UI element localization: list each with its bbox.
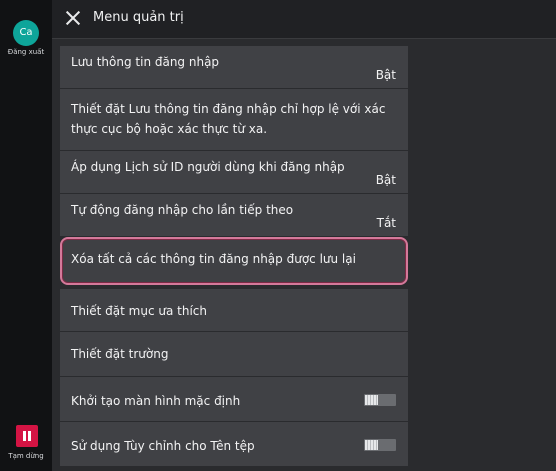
setting-value: Tắt: [376, 216, 396, 230]
settings-list: Lưu thông tin đăng nhập Bật Thiết đặt Lư…: [60, 46, 408, 466]
setting-favorites[interactable]: Thiết đặt mục ưa thích: [60, 289, 408, 331]
setting-label: Khởi tạo màn hình mặc định: [71, 394, 241, 408]
setting-label: Xóa tất cả các thông tin đăng nhập được …: [71, 252, 356, 266]
setting-auto-login-next[interactable]: Tự động đăng nhập cho lần tiếp theo Tắt: [60, 194, 408, 236]
clear-saved-login-button[interactable]: Xóa tất cả các thông tin đăng nhập được …: [60, 237, 408, 285]
setting-init-default-screen[interactable]: Khởi tạo màn hình mặc định: [60, 377, 408, 421]
setting-value: Bật: [375, 173, 396, 187]
pause-button[interactable]: [16, 425, 38, 447]
info-note: Thiết đặt Lưu thông tin đăng nhập chỉ hợ…: [60, 89, 408, 150]
info-text: Thiết đặt Lưu thông tin đăng nhập chỉ hợ…: [71, 102, 386, 136]
signout-label[interactable]: Đăng xuất: [0, 48, 52, 56]
header: Menu quản trị: [52, 0, 556, 39]
pause-label: Tạm dừng: [8, 452, 44, 460]
setting-custom-filename[interactable]: Sử dụng Tùy chỉnh cho Tên tệp: [60, 422, 408, 466]
app-frame: Ca Đăng xuất Tạm dừng Menu quản trị Lưu …: [0, 0, 556, 471]
setting-label: Thiết đặt mục ưa thích: [71, 304, 207, 318]
close-icon[interactable]: [65, 10, 81, 26]
toggle-knob: [365, 440, 378, 450]
pause-icon: [23, 431, 26, 441]
toggle-knob: [365, 395, 378, 405]
pause-icon-bar: [28, 431, 31, 441]
setting-save-login-info[interactable]: Lưu thông tin đăng nhập Bật: [60, 46, 408, 88]
setting-value: Bật: [375, 68, 396, 82]
setting-label: Tự động đăng nhập cho lần tiếp theo: [71, 203, 294, 217]
custom-filename-toggle[interactable]: [364, 439, 396, 451]
setting-apply-user-id-history[interactable]: Áp dụng Lịch sử ID người dùng khi đăng n…: [60, 151, 408, 193]
avatar[interactable]: Ca: [13, 20, 39, 46]
left-sidebar: Ca Đăng xuất Tạm dừng: [0, 0, 52, 471]
setting-label: Lưu thông tin đăng nhập: [71, 55, 220, 69]
setting-label: Áp dụng Lịch sử ID người dùng khi đăng n…: [71, 160, 345, 174]
setting-label: Thiết đặt trường: [71, 347, 169, 361]
page-title: Menu quản trị: [93, 10, 184, 25]
default-screen-toggle[interactable]: [364, 394, 396, 406]
setting-label: Sử dụng Tùy chỉnh cho Tên tệp: [71, 439, 255, 453]
setting-fields[interactable]: Thiết đặt trường: [60, 332, 408, 376]
